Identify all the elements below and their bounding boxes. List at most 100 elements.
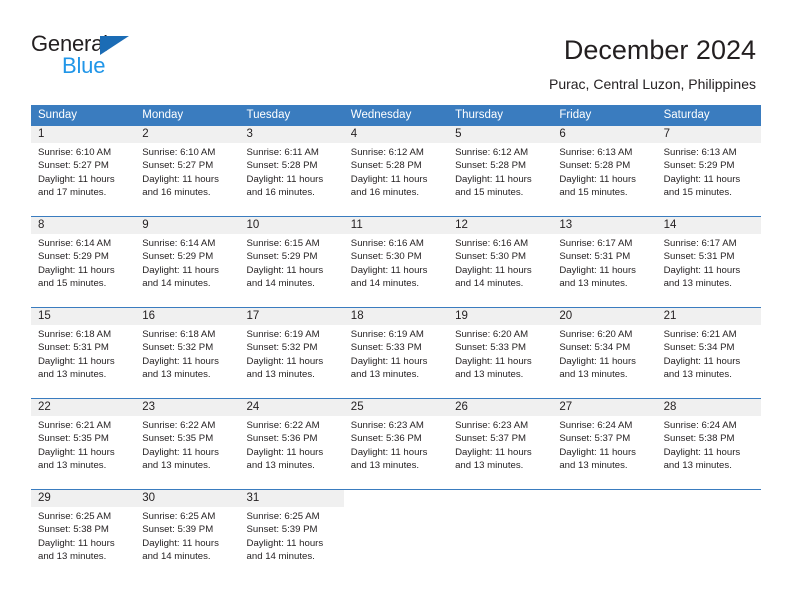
calendar-day-cell[interactable]: 30 Sunrise: 6:25 AM Sunset: 5:39 PM Dayligh… <box>135 490 240 580</box>
sunset-text: Sunset: 5:27 PM <box>38 160 109 172</box>
calendar-week-row: 29 Sunrise: 6:25 AM Sunset: 5:38 PM Dayligh… <box>31 489 761 580</box>
day-number-band: 11 <box>343 217 449 234</box>
calendar-day-cell[interactable]: 7 Sunrise: 6:13 AM Sunset: 5:29 PM Daylight… <box>656 126 761 216</box>
calendar-day-cell[interactable]: 11 Sunrise: 6:16 AM Sunset: 5:30 PM Dayligh… <box>343 217 449 307</box>
day-number-band: 21 <box>656 308 761 325</box>
sunset-text: Sunset: 5:31 PM <box>38 342 109 354</box>
sunrise-text: Sunrise: 6:16 AM <box>350 238 424 249</box>
sunset-text: Sunset: 5:28 PM <box>246 160 318 172</box>
day-number-band <box>343 490 449 507</box>
day-number: 1 <box>38 128 45 140</box>
day-sun-info: Sunrise: 6:15 AM Sunset: 5:29 PM Daylight:… <box>240 234 344 291</box>
sunrise-text: Sunrise: 6:24 AM <box>559 420 633 431</box>
daylight-text: Daylight: 11 hours and 13 minutes. <box>455 355 532 381</box>
calendar-day-cell[interactable]: 14 Sunrise: 6:17 AM Sunset: 5:31 PM Dayligh… <box>656 217 761 307</box>
calendar-day-cell[interactable]: 18 Sunrise: 6:19 AM Sunset: 5:33 PM Dayligh… <box>343 308 449 398</box>
day-number: 28 <box>663 401 677 413</box>
logo-text-blue: Blue <box>62 53 106 78</box>
calendar-day-cell[interactable]: 31 Sunrise: 6:25 AM Sunset: 5:39 PM Dayligh… <box>239 490 344 580</box>
day-sun-info: Sunrise: 6:13 AM Sunset: 5:28 PM Daylight:… <box>552 143 656 200</box>
day-sun-info: Sunrise: 6:21 AM Sunset: 5:34 PM Daylight:… <box>657 325 761 382</box>
sunrise-text: Sunrise: 6:20 AM <box>559 329 633 340</box>
daylight-text: Daylight: 11 hours and 13 minutes. <box>38 446 115 472</box>
sunset-text: Sunset: 5:39 PM <box>246 524 318 536</box>
daylight-text: Daylight: 11 hours and 16 minutes. <box>350 173 428 199</box>
calendar-day-cell[interactable]: 15 Sunrise: 6:18 AM Sunset: 5:31 PM Dayligh… <box>31 308 136 398</box>
page-title: December 2024 <box>563 35 756 65</box>
calendar-day-cell-empty <box>448 490 553 580</box>
calendar-day-cell[interactable]: 8 Sunrise: 6:14 AM Sunset: 5:29 PM Daylight… <box>31 217 136 307</box>
daylight-text: Daylight: 11 hours and 14 minutes. <box>246 537 324 563</box>
calendar-day-cell[interactable]: 5 Sunrise: 6:12 AM Sunset: 5:28 PM Daylight… <box>448 126 553 216</box>
calendar-day-cell[interactable]: 12 Sunrise: 6:16 AM Sunset: 5:30 PM Dayligh… <box>448 217 553 307</box>
calendar-day-cell[interactable]: 1 Sunrise: 6:10 AM Sunset: 5:27 PM Daylight… <box>31 126 136 216</box>
daylight-text: Daylight: 11 hours and 17 minutes. <box>38 173 115 199</box>
day-number: 17 <box>246 310 260 322</box>
calendar-week-row: 22 Sunrise: 6:21 AM Sunset: 5:35 PM Dayligh… <box>31 398 761 489</box>
day-sun-info: Sunrise: 6:17 AM Sunset: 5:31 PM Daylight:… <box>552 234 656 291</box>
calendar-day-cell[interactable]: 13 Sunrise: 6:17 AM Sunset: 5:31 PM Dayligh… <box>552 217 657 307</box>
day-number-band: 16 <box>135 308 240 325</box>
day-number: 26 <box>455 401 468 413</box>
weekday-header-monday: Monday <box>142 109 184 121</box>
sunrise-text: Sunrise: 6:22 AM <box>142 420 216 431</box>
day-number: 16 <box>142 310 156 322</box>
day-sun-info: Sunrise: 6:23 AM Sunset: 5:36 PM Daylight:… <box>344 416 448 473</box>
sunrise-text: Sunrise: 6:11 AM <box>246 147 319 158</box>
day-number-band: 25 <box>343 399 449 416</box>
sunset-text: Sunset: 5:35 PM <box>38 433 109 445</box>
calendar-day-cell[interactable]: 2 Sunrise: 6:10 AM Sunset: 5:27 PM Daylight… <box>135 126 240 216</box>
calendar-day-cell[interactable]: 23 Sunrise: 6:22 AM Sunset: 5:35 PM Dayligh… <box>135 399 240 489</box>
calendar-day-cell[interactable]: 27 Sunrise: 6:24 AM Sunset: 5:37 PM Dayligh… <box>552 399 657 489</box>
day-sun-info: Sunrise: 6:13 AM Sunset: 5:29 PM Daylight:… <box>657 143 761 200</box>
day-number-band: 4 <box>343 126 449 143</box>
day-sun-info: Sunrise: 6:14 AM Sunset: 5:29 PM Daylight:… <box>31 234 135 291</box>
sunset-text: Sunset: 5:32 PM <box>142 342 214 354</box>
sunrise-text: Sunrise: 6:25 AM <box>142 511 216 522</box>
sunrise-text: Sunrise: 6:19 AM <box>246 329 320 340</box>
calendar-day-cell[interactable]: 28 Sunrise: 6:24 AM Sunset: 5:38 PM Dayligh… <box>656 399 761 489</box>
sunset-text: Sunset: 5:38 PM <box>663 433 735 445</box>
calendar-day-cell[interactable]: 20 Sunrise: 6:20 AM Sunset: 5:34 PM Dayligh… <box>552 308 657 398</box>
calendar-day-cell[interactable]: 4 Sunrise: 6:12 AM Sunset: 5:28 PM Daylight… <box>343 126 449 216</box>
sunset-text: Sunset: 5:30 PM <box>455 251 526 263</box>
day-number: 2 <box>142 128 149 140</box>
day-sun-info: Sunrise: 6:10 AM Sunset: 5:27 PM Daylight:… <box>31 143 135 200</box>
sunrise-text: Sunrise: 6:19 AM <box>350 329 424 340</box>
day-number: 5 <box>455 128 462 140</box>
day-number: 10 <box>246 219 260 231</box>
daylight-text: Daylight: 11 hours and 15 minutes. <box>559 173 636 199</box>
weekday-header-wednesday: Wednesday <box>350 109 412 121</box>
calendar-day-cell[interactable]: 19 Sunrise: 6:20 AM Sunset: 5:33 PM Dayligh… <box>448 308 553 398</box>
calendar-day-cell[interactable]: 3 Sunrise: 6:11 AM Sunset: 5:28 PM Daylight… <box>239 126 344 216</box>
sunrise-text: Sunrise: 6:25 AM <box>246 511 320 522</box>
calendar-day-cell[interactable]: 29 Sunrise: 6:25 AM Sunset: 5:38 PM Dayligh… <box>31 490 136 580</box>
day-sun-info: Sunrise: 6:17 AM Sunset: 5:31 PM Daylight:… <box>657 234 761 291</box>
sunrise-text: Sunrise: 6:23 AM <box>455 420 529 431</box>
calendar-day-cell[interactable]: 26 Sunrise: 6:23 AM Sunset: 5:37 PM Dayligh… <box>448 399 553 489</box>
day-number-band: 27 <box>552 399 657 416</box>
calendar-day-cell[interactable]: 10 Sunrise: 6:15 AM Sunset: 5:29 PM Dayligh… <box>239 217 344 307</box>
daylight-text: Daylight: 11 hours and 14 minutes. <box>246 264 324 290</box>
weekday-header-tuesday: Tuesday <box>246 109 291 121</box>
day-number: 30 <box>142 492 156 504</box>
calendar-day-cell[interactable]: 24 Sunrise: 6:22 AM Sunset: 5:36 PM Dayligh… <box>239 399 344 489</box>
weekday-header-saturday: Saturday <box>663 109 710 121</box>
calendar-day-cell[interactable]: 17 Sunrise: 6:19 AM Sunset: 5:32 PM Dayligh… <box>239 308 344 398</box>
day-number: 3 <box>246 128 253 140</box>
sunrise-text: Sunrise: 6:17 AM <box>663 238 737 249</box>
calendar-day-cell[interactable]: 6 Sunrise: 6:13 AM Sunset: 5:28 PM Daylight… <box>552 126 657 216</box>
day-number-band: 24 <box>239 399 344 416</box>
day-sun-info: Sunrise: 6:22 AM Sunset: 5:36 PM Daylight:… <box>240 416 344 473</box>
calendar-day-cell[interactable]: 22 Sunrise: 6:21 AM Sunset: 5:35 PM Dayligh… <box>31 399 136 489</box>
calendar-day-cell[interactable]: 25 Sunrise: 6:23 AM Sunset: 5:36 PM Dayligh… <box>343 399 449 489</box>
calendar-day-cell[interactable]: 16 Sunrise: 6:18 AM Sunset: 5:32 PM Dayligh… <box>135 308 240 398</box>
day-number-band: 26 <box>448 399 553 416</box>
day-number-band: 7 <box>656 126 761 143</box>
calendar-day-cell[interactable]: 9 Sunrise: 6:14 AM Sunset: 5:29 PM Daylight… <box>135 217 240 307</box>
day-number: 15 <box>38 310 51 322</box>
daylight-text: Daylight: 11 hours and 13 minutes. <box>663 355 741 381</box>
calendar-day-cell[interactable]: 21 Sunrise: 6:21 AM Sunset: 5:34 PM Dayligh… <box>656 308 761 398</box>
sunset-text: Sunset: 5:32 PM <box>246 342 318 354</box>
daylight-text: Daylight: 11 hours and 15 minutes. <box>38 264 115 290</box>
